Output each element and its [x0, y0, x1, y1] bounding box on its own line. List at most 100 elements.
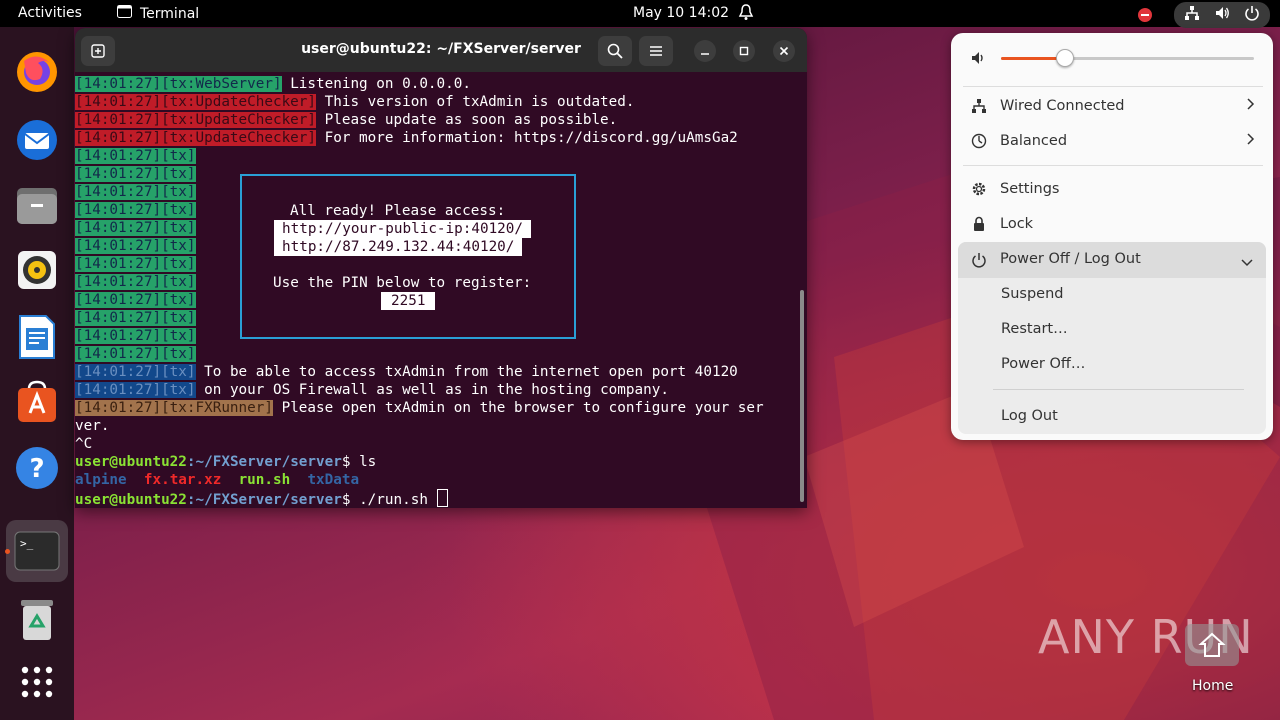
running-indicator: [5, 549, 10, 554]
ready-text: All ready! Please access:: [290, 203, 506, 219]
dock: ? >_: [0, 27, 74, 720]
close-button[interactable]: [773, 40, 795, 62]
power-off-logout-label: Power Off / Log Out: [1000, 251, 1141, 267]
log-line: [14:01:27][tx]: [75, 166, 196, 182]
log-line: [14:01:27][tx]: [75, 238, 196, 254]
chevron-right-icon: [1247, 133, 1255, 149]
settings-label: Settings: [1000, 181, 1060, 197]
clock[interactable]: May 10 14:02: [633, 5, 729, 21]
rhythmbox-icon[interactable]: [11, 244, 63, 296]
volume-slider[interactable]: [1001, 49, 1254, 67]
scrollbar[interactable]: [800, 290, 804, 502]
power-off-logout-item[interactable]: Power Off / Log Out: [958, 242, 1266, 278]
files-icon[interactable]: [11, 179, 63, 231]
help-icon[interactable]: ?: [11, 442, 63, 494]
libreoffice-writer-icon[interactable]: [11, 311, 63, 363]
volume-icon: [1214, 5, 1230, 25]
volume-row[interactable]: [951, 41, 1273, 75]
log-line: [14:01:27][tx]: [75, 220, 196, 236]
volume-knob[interactable]: [1056, 49, 1075, 67]
system-menu: Wired Connected Balanced Settings Lock P…: [951, 33, 1273, 440]
thunderbird-icon[interactable]: [11, 113, 63, 165]
speaker-icon: [971, 50, 987, 70]
separator: [993, 389, 1244, 390]
log-line: [14:01:27][tx]: [75, 274, 196, 290]
power-mode-item[interactable]: Balanced: [951, 124, 1273, 158]
firefox-icon[interactable]: [11, 46, 63, 98]
lock-item[interactable]: Lock: [951, 207, 1273, 241]
separator: [963, 165, 1263, 166]
search-button[interactable]: [598, 36, 632, 66]
ip-url: http://87.249.132.44:40120/: [274, 238, 523, 256]
maximize-button[interactable]: [733, 40, 755, 62]
prompt-line: user@ubuntu22:~/FXServer/server$ ./run.s…: [75, 489, 448, 508]
app-menu[interactable]: Terminal: [117, 5, 199, 22]
ubuntu-software-icon[interactable]: [11, 376, 63, 428]
network-wired-icon: [1184, 5, 1200, 25]
activities-button[interactable]: Activities: [18, 5, 82, 21]
log-line: [14:01:27][tx] on your OS Firewall as we…: [75, 382, 669, 398]
log-line: [14:01:27][tx]: [75, 256, 196, 272]
svg-text:>_: >_: [20, 537, 34, 550]
power-mode-label: Balanced: [1000, 133, 1068, 149]
system-status-area[interactable]: [1174, 2, 1270, 28]
terminal-dock-icon[interactable]: >_: [6, 520, 68, 582]
minimize-button[interactable]: [694, 40, 716, 62]
lock-label: Lock: [1000, 216, 1034, 232]
power-off-item[interactable]: Power Off…: [1001, 356, 1085, 372]
system-tray[interactable]: [1138, 2, 1270, 28]
bell-icon[interactable]: [738, 3, 754, 25]
terminal-app-icon: [117, 5, 132, 22]
log-line: [14:01:27][tx:UpdateChecker] Please upda…: [75, 112, 618, 128]
log-out-item[interactable]: Log Out: [1001, 408, 1058, 424]
network-wired-icon: [971, 98, 987, 118]
wired-label: Wired Connected: [1000, 98, 1125, 114]
app-name: Terminal: [140, 5, 200, 22]
ls-output: alpine fx.tar.xz run.sh txData: [75, 472, 360, 488]
volume-fill: [1001, 57, 1065, 60]
terminal-window[interactable]: user@ubuntu22: ~/FXServer/server [14:01:…: [75, 28, 807, 508]
trash-icon[interactable]: [11, 593, 63, 645]
wrapped-line: ver.: [75, 418, 110, 434]
text-cursor: [436, 489, 448, 507]
interrupt-line: ^C: [75, 436, 93, 452]
log-line: [14:01:27][tx:UpdateChecker] This versio…: [75, 94, 635, 110]
lock-icon: [971, 216, 987, 236]
power-icon: [971, 252, 987, 272]
log-line: [14:01:27][tx]: [75, 292, 196, 308]
prompt-line: user@ubuntu22:~/FXServer/server$ ls: [75, 454, 377, 470]
terminal-output[interactable]: [14:01:27][tx:WebServer] Listening on 0.…: [75, 72, 807, 508]
chevron-down-icon: [1241, 255, 1253, 271]
log-line: [14:01:27][tx]: [75, 202, 196, 218]
wired-network-item[interactable]: Wired Connected: [951, 89, 1273, 123]
public-url: http://your-public-ip:40120/: [274, 220, 532, 238]
power-icon: [1244, 5, 1260, 25]
terminal-headerbar[interactable]: user@ubuntu22: ~/FXServer/server: [75, 28, 807, 72]
pin-label: Use the PIN below to register:: [273, 275, 532, 291]
log-line: [14:01:27][tx]: [75, 148, 196, 164]
separator: [963, 86, 1263, 87]
svg-text:?: ?: [29, 454, 44, 484]
log-line: [14:01:27][tx] To be able to access txAd…: [75, 364, 738, 380]
home-label: Home: [1192, 678, 1234, 694]
log-line: [14:01:27][tx:FXRunner] Please open txAd…: [75, 400, 764, 416]
power-profile-icon: [971, 133, 987, 153]
chevron-right-icon: [1247, 98, 1255, 114]
restart-item[interactable]: Restart…: [1001, 321, 1068, 337]
log-line: [14:01:27][tx:UpdateChecker] For more in…: [75, 130, 738, 146]
settings-item[interactable]: Settings: [951, 172, 1273, 206]
pin-value: 2251: [381, 292, 436, 310]
gear-icon: [971, 181, 987, 201]
log-line: [14:01:27][tx]: [75, 310, 196, 326]
top-bar: Activities Terminal May 10 14:02: [0, 0, 1280, 28]
power-submenu: Power Off / Log Out Suspend Restart… Pow…: [958, 242, 1266, 434]
suspend-item[interactable]: Suspend: [1001, 286, 1063, 302]
do-not-disturb-icon: [1138, 8, 1152, 22]
log-line: [14:01:27][tx]: [75, 346, 196, 362]
log-line: [14:01:27][tx]: [75, 328, 196, 344]
log-line: [14:01:27][tx:WebServer] Listening on 0.…: [75, 76, 471, 92]
menu-button[interactable]: [639, 36, 673, 66]
show-apps-icon[interactable]: [11, 656, 63, 708]
home-folder-icon[interactable]: [1183, 620, 1241, 668]
txadmin-ready-box: All ready! Please access: http://your-pu…: [240, 174, 576, 339]
